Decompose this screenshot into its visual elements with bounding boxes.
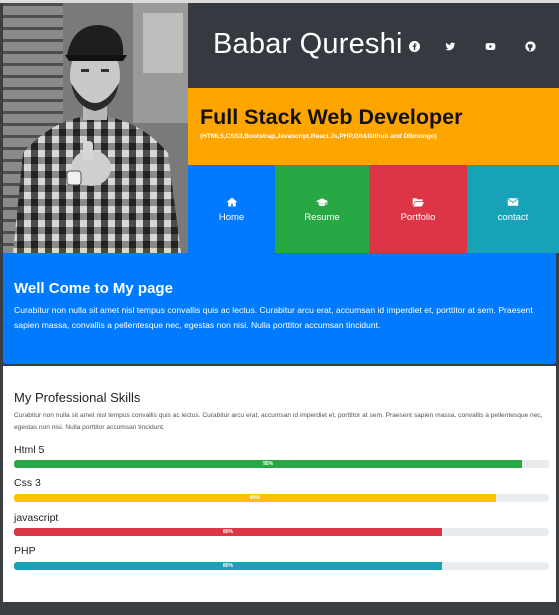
role-banner: Full Stack Web Developer (HTML5,CSS3,Boo… [188, 88, 559, 165]
skill-name: Css 3 [14, 477, 41, 489]
skill-progress-track: 90% [14, 494, 549, 502]
nav-resume-label: Resume [304, 211, 340, 223]
skill-progress-bar: 95% [14, 460, 523, 468]
nav-contact[interactable]: contact [467, 165, 559, 253]
graduation-cap-icon [316, 196, 328, 208]
github-link[interactable] [522, 38, 538, 54]
skills-text: Curabitur non nulla sit amet nisl tempus… [14, 412, 543, 431]
skill-progress-track: 80% [14, 528, 549, 536]
skill-name: javascript [14, 512, 59, 524]
twitter-link[interactable] [442, 38, 458, 54]
nav-portfolio-label: Portfolio [400, 211, 436, 223]
skill-progress-bar: 90% [14, 494, 496, 502]
envelope-icon [507, 196, 519, 208]
header-bar: Babar Qureshi [188, 3, 559, 88]
skill-name: Html 5 [14, 444, 45, 456]
github-icon [524, 40, 536, 52]
skill-progress-bar: 80% [14, 528, 442, 536]
skills-section: My Professional Skills Curabitur non nul… [3, 366, 556, 602]
facebook-icon [408, 40, 420, 52]
folder-open-icon [412, 196, 424, 208]
welcome-text: Curabitur non nulla sit amet nisl tempus… [14, 305, 533, 330]
site-owner-name: Babar Qureshi [213, 28, 403, 60]
profile-photo [3, 3, 188, 253]
youtube-icon [485, 41, 496, 52]
welcome-section: Well Come to My page Curabitur non nulla… [3, 253, 556, 364]
footer-bar [0, 602, 559, 615]
nav-portfolio[interactable]: Portfolio [369, 165, 467, 253]
skill-progress-bar: 80% [14, 562, 442, 570]
facebook-link[interactable] [406, 38, 422, 54]
role-skills-list: (HTML5,CSS3,Bootstrap,Javascript,React.J… [200, 133, 437, 140]
nav-home[interactable]: Home [188, 165, 275, 253]
home-icon [226, 196, 238, 208]
welcome-heading: Well Come to My page [14, 280, 173, 297]
skill-progress-track: 80% [14, 562, 549, 570]
twitter-icon [444, 41, 456, 52]
youtube-link[interactable] [482, 38, 498, 54]
skill-progress-track: 95% [14, 460, 549, 468]
nav-resume[interactable]: Resume [275, 165, 369, 253]
role-title: Full Stack Web Developer [200, 105, 463, 129]
nav-contact-label: contact [497, 211, 529, 223]
skill-name: PHP [14, 545, 36, 557]
skills-heading: My Professional Skills [14, 390, 141, 405]
nav-home-label: Home [218, 211, 245, 223]
